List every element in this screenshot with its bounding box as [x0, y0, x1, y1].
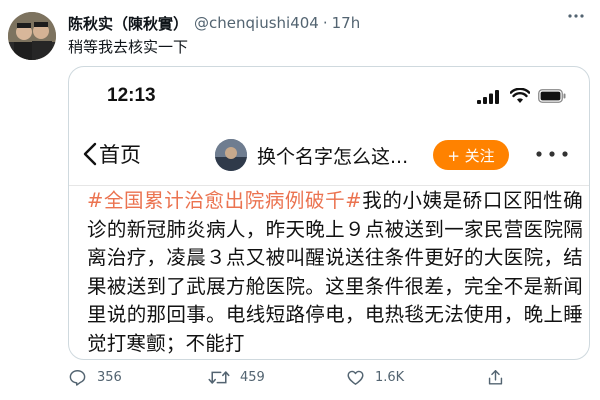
display-name[interactable]: 陈秋实（陳秋實）: [68, 13, 188, 34]
poster-name[interactable]: 换个名字怎么这...: [257, 142, 408, 169]
poster-avatar[interactable]: [215, 139, 247, 171]
more-icon[interactable]: [566, 6, 586, 31]
chevron-left-icon: [83, 142, 97, 166]
avatar[interactable]: [8, 12, 56, 60]
follow-button[interactable]: + 关注: [433, 140, 509, 170]
retweet-icon: [208, 371, 230, 384]
back-button[interactable]: 首页: [83, 139, 141, 169]
heart-icon: [347, 370, 364, 385]
tweet-header: 陈秋实（陳秋實） @chenqiushi404 · 17h: [68, 12, 588, 34]
hashtag-link[interactable]: #全国累计治愈出院病例破千#: [87, 189, 362, 212]
phone-status-bar: 12:13: [69, 67, 589, 131]
share-icon: [488, 370, 503, 385]
header-separator: ·: [322, 14, 328, 32]
share-button[interactable]: [486, 368, 515, 387]
like-count: 1.6K: [375, 370, 405, 385]
user-handle[interactable]: @chenqiushi404: [194, 14, 319, 32]
post-body: #全国累计治愈出院病例破千#我的小姨是硚口区阳性确诊的新冠肺炎病人，昨天晚上９点…: [87, 187, 583, 358]
post-text: 我的小姨是硚口区阳性确诊的新冠肺炎病人，昨天晚上９点被送到一家民营医院隔离治疗，…: [87, 189, 583, 355]
reply-count: 356: [97, 370, 122, 385]
tweet-actions: 356 459 1.6K: [68, 368, 568, 392]
phone-clock: 12:13: [107, 85, 156, 106]
more-icon[interactable]: [535, 143, 569, 163]
like-button[interactable]: 1.6K: [346, 368, 404, 387]
wifi-icon: [510, 88, 530, 103]
phone-nav-bar: 首页 换个名字怎么这... + 关注: [69, 133, 589, 179]
avatar-image: [8, 12, 56, 60]
reply-button[interactable]: 356: [68, 368, 122, 387]
signal-icon: [477, 90, 499, 104]
tweet-text: 稍等我去核实一下: [68, 38, 189, 56]
divider: [69, 185, 589, 186]
reply-icon: [69, 370, 86, 386]
retweet-button[interactable]: 459: [208, 368, 265, 387]
tweet-timestamp[interactable]: 17h: [332, 14, 361, 32]
back-label: 首页: [99, 143, 141, 167]
tweet-media-screenshot[interactable]: 12:13 首页 换个名字怎么这... + 关注 #全国累计治愈出院病例破千#我…: [68, 66, 590, 360]
retweet-count: 459: [240, 370, 265, 385]
battery-icon: [538, 89, 566, 103]
